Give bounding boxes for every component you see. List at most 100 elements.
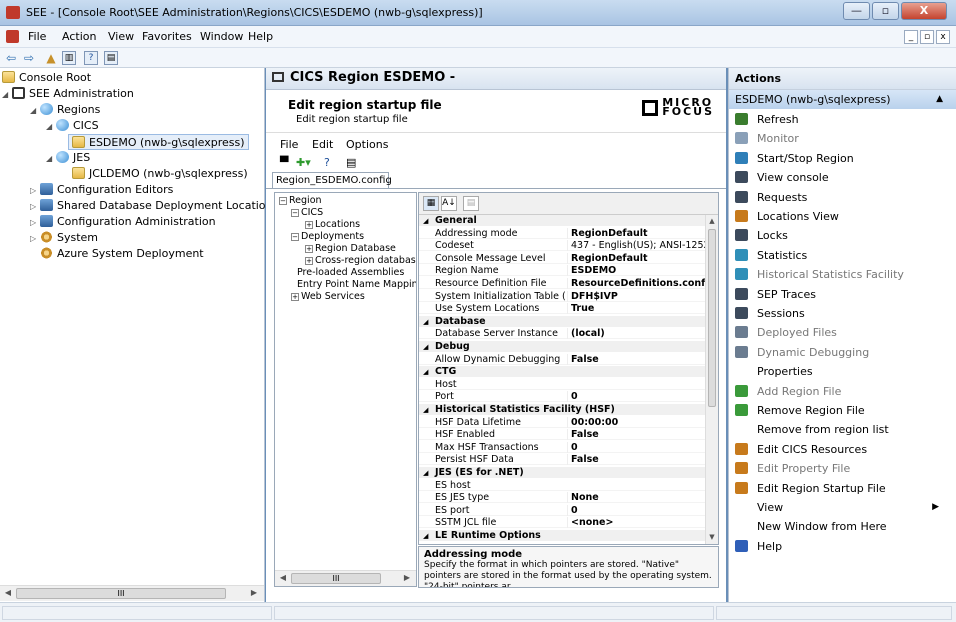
action-statistics[interactable]: Statistics: [729, 246, 956, 265]
scroll-left-arrow-icon[interactable]: ◀: [277, 573, 289, 582]
property-category[interactable]: ◢ General: [419, 215, 706, 226]
property-pages-icon[interactable]: ▤: [463, 196, 479, 211]
menu-favorites[interactable]: Favorites: [142, 30, 192, 43]
forward-arrow-icon[interactable]: ⇨: [22, 51, 36, 65]
expand-arrow-icon[interactable]: ▷: [30, 183, 40, 199]
property-row[interactable]: Max HSF Transactions 0: [419, 442, 706, 453]
config-node-deployments[interactable]: − Deployments: [291, 231, 364, 243]
scroll-left-arrow-icon[interactable]: ◀: [2, 588, 14, 597]
property-value[interactable]: False: [567, 429, 705, 440]
property-category[interactable]: ◢ JES (ES for .NET): [419, 467, 706, 478]
action-dynamic-debugging[interactable]: Dynamic Debugging: [729, 343, 956, 362]
menu-view[interactable]: View: [108, 30, 134, 43]
property-row[interactable]: HSF Enabled False: [419, 429, 706, 440]
action-sep-traces[interactable]: SEP Traces: [729, 285, 956, 304]
close-button[interactable]: X: [901, 2, 947, 20]
show-hide-action-pane-icon[interactable]: ▤: [104, 51, 118, 65]
property-row[interactable]: Use System Locations True: [419, 303, 706, 314]
menu-help[interactable]: Help: [248, 30, 273, 43]
menu-window[interactable]: Window: [200, 30, 243, 43]
property-row[interactable]: Codeset 437 - English(US); ANSI-1252; IBM: [419, 240, 706, 251]
collapse-arrow-icon[interactable]: ◢: [423, 367, 435, 378]
tree-item-jes[interactable]: ◢ JES: [46, 150, 90, 166]
action-locations-view[interactable]: Locations View: [729, 207, 956, 226]
property-row[interactable]: Port 0: [419, 391, 706, 402]
save-icon[interactable]: ▀: [280, 156, 288, 169]
minimize-button[interactable]: —: [843, 2, 870, 20]
property-row[interactable]: SSTM JCL file <none>: [419, 517, 706, 528]
tree-item-esdemo[interactable]: ESDEMO (nwb-g\sqlexpress): [68, 134, 249, 150]
up-folder-icon[interactable]: ▲: [44, 51, 58, 65]
property-value[interactable]: False: [567, 354, 705, 365]
property-row[interactable]: ES port 0: [419, 505, 706, 516]
show-hide-tree-icon[interactable]: ▥: [62, 51, 76, 65]
collapse-arrow-icon[interactable]: ◢: [423, 216, 435, 227]
collapse-arrow-icon[interactable]: ◢: [423, 317, 435, 328]
actions-section-esdemo[interactable]: ESDEMO (nwb-g\sqlexpress) ▲: [729, 90, 956, 109]
config-node-cics[interactable]: − CICS: [291, 207, 323, 219]
tree-item-console-root[interactable]: Console Root: [2, 70, 91, 86]
collapse-arrow-icon[interactable]: ◢: [423, 342, 435, 353]
scroll-thumb[interactable]: [708, 229, 716, 407]
tree-item-azure[interactable]: Azure System Deployment: [40, 246, 204, 262]
tree-item-system[interactable]: ▷ System: [30, 230, 98, 246]
action-monitor[interactable]: Monitor: [729, 129, 956, 148]
config-node-cross-region-database[interactable]: + Cross-region database: [305, 255, 416, 267]
property-value[interactable]: False: [567, 454, 705, 465]
action-locks[interactable]: Locks: [729, 226, 956, 245]
property-value[interactable]: <none>: [567, 517, 705, 528]
property-value[interactable]: 0: [567, 442, 705, 453]
help-icon[interactable]: ?: [84, 51, 98, 65]
tree-item-shared-database[interactable]: ▷ Shared Database Deployment Locations: [30, 198, 278, 214]
collapse-arrow-icon[interactable]: ◢: [423, 468, 435, 479]
scroll-up-arrow-icon[interactable]: ▲: [706, 217, 718, 225]
menu-file[interactable]: File: [28, 30, 46, 43]
tree-item-jcldemo[interactable]: JCLDEMO (nwb-g\sqlexpress): [72, 166, 248, 182]
collapse-arrow-icon[interactable]: ◢: [30, 103, 40, 119]
action-add-region-file[interactable]: Add Region File: [729, 382, 956, 401]
tree-item-configuration-administration[interactable]: ▷ Configuration Administration: [30, 214, 216, 230]
property-row[interactable]: Host: [419, 379, 706, 390]
scroll-thumb[interactable]: III: [291, 573, 381, 584]
scroll-down-arrow-icon[interactable]: ▼: [706, 533, 718, 541]
property-row[interactable]: Region Name ESDEMO: [419, 265, 706, 276]
config-node-preloaded-assemblies[interactable]: Pre-loaded Assemblies: [297, 267, 404, 279]
config-node-locations[interactable]: + Locations: [305, 219, 360, 231]
property-category[interactable]: ◢ Debug: [419, 341, 706, 352]
action-edit-cics-resources[interactable]: Edit CICS Resources: [729, 440, 956, 459]
property-row[interactable]: ES host: [419, 480, 706, 491]
expand-arrow-icon[interactable]: ▷: [30, 231, 40, 247]
editor-menu-options[interactable]: Options: [346, 138, 388, 151]
app-icon[interactable]: [6, 6, 20, 19]
property-value[interactable]: ResourceDefinitions.config: [567, 278, 705, 289]
property-value[interactable]: DFH$IVP: [567, 291, 705, 302]
scroll-right-arrow-icon[interactable]: ▶: [401, 573, 413, 582]
tree-item-configuration-editors[interactable]: ▷ Configuration Editors: [30, 182, 173, 198]
action-edit-region-startup-file[interactable]: Edit Region Startup File: [729, 479, 956, 498]
property-row[interactable]: Console Message Level RegionDefault: [419, 253, 706, 264]
property-category[interactable]: ◢ Database: [419, 316, 706, 327]
collapse-arrow-icon[interactable]: ◢: [423, 531, 435, 542]
action-view[interactable]: View ▶: [729, 498, 956, 517]
maximize-button[interactable]: ▫: [872, 2, 899, 20]
action-refresh[interactable]: Refresh: [729, 110, 956, 129]
property-category[interactable]: ◢ Historical Statistics Facility (HSF): [419, 404, 706, 415]
action-start-stop-region[interactable]: Start/Stop Region: [729, 149, 956, 168]
config-node-entry-point-mapping[interactable]: Entry Point Name Mapping: [297, 279, 416, 291]
property-row[interactable]: HSF Data Lifetime 00:00:00: [419, 417, 706, 428]
property-row[interactable]: Database Server Instance (local): [419, 328, 706, 339]
tab-region-config[interactable]: Region_ESDEMO.config: [272, 172, 392, 189]
action-deployed-files[interactable]: Deployed Files: [729, 323, 956, 342]
property-value[interactable]: 0: [567, 505, 705, 516]
expand-arrow-icon[interactable]: ▷: [30, 199, 40, 215]
add-icon[interactable]: ✚▾: [296, 156, 311, 169]
categorized-view-icon[interactable]: ▦: [423, 196, 439, 211]
collapse-arrow-icon[interactable]: ◢: [46, 151, 56, 167]
property-value[interactable]: 0: [567, 391, 705, 402]
property-value[interactable]: True: [567, 303, 705, 314]
tree-item-see-administration[interactable]: ◢ SEE Administration: [2, 86, 134, 102]
tree-item-cics[interactable]: ◢ CICS: [46, 118, 99, 134]
scroll-right-arrow-icon[interactable]: ▶: [248, 588, 260, 597]
property-value[interactable]: 00:00:00: [567, 417, 705, 428]
property-row[interactable]: System Initialization Table (SI DFH$IVP: [419, 291, 706, 302]
